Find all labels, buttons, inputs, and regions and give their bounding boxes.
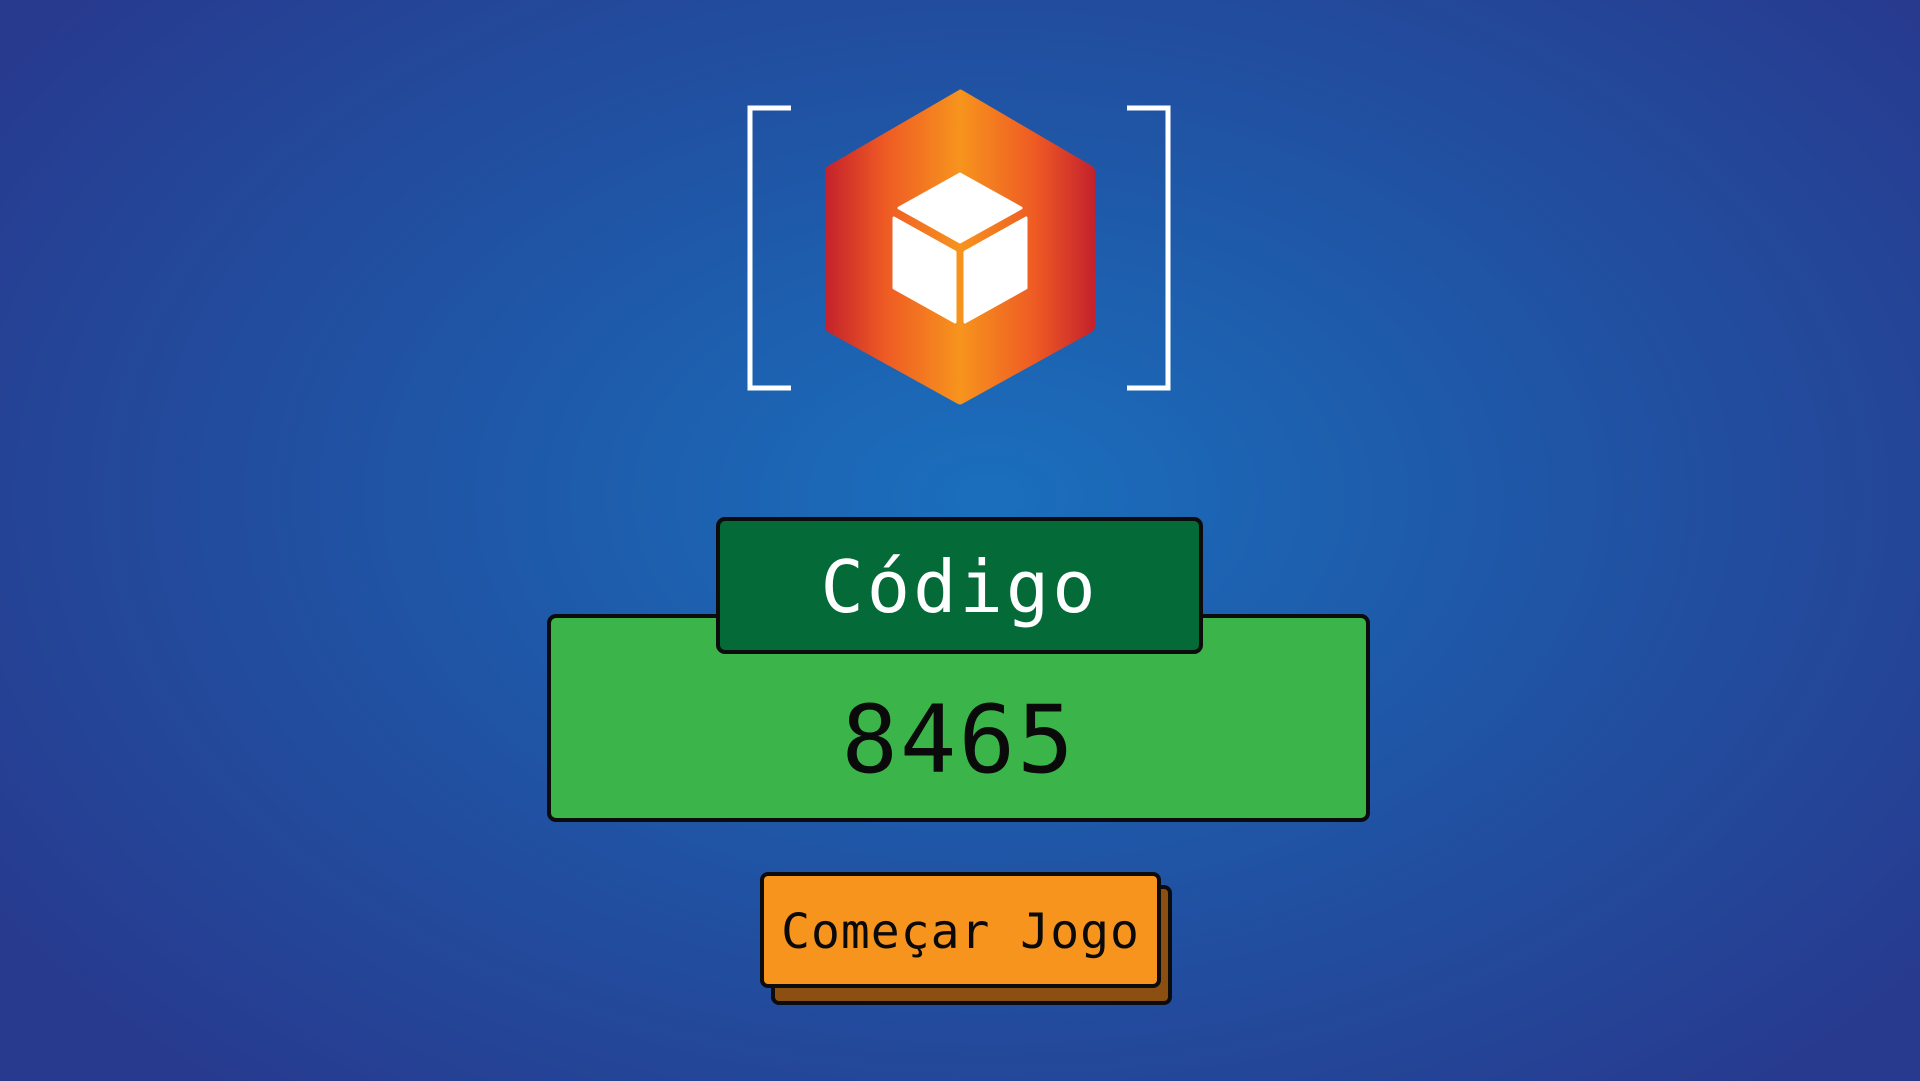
hexagon-badge	[825, 89, 1095, 405]
left-bracket	[747, 105, 791, 391]
game-logo	[745, 86, 1175, 408]
code-label: Código	[820, 545, 1099, 629]
game-code-value: 8465	[841, 686, 1076, 795]
game-start-screen: 8465 Código Começar Jogo	[0, 0, 1920, 1081]
right-bracket	[1127, 105, 1171, 391]
game-logo-graphic	[747, 89, 1171, 405]
start-game-label: Começar Jogo	[781, 904, 1140, 960]
code-label-box: Código	[716, 517, 1203, 654]
start-game-button[interactable]: Começar Jogo	[760, 872, 1161, 988]
